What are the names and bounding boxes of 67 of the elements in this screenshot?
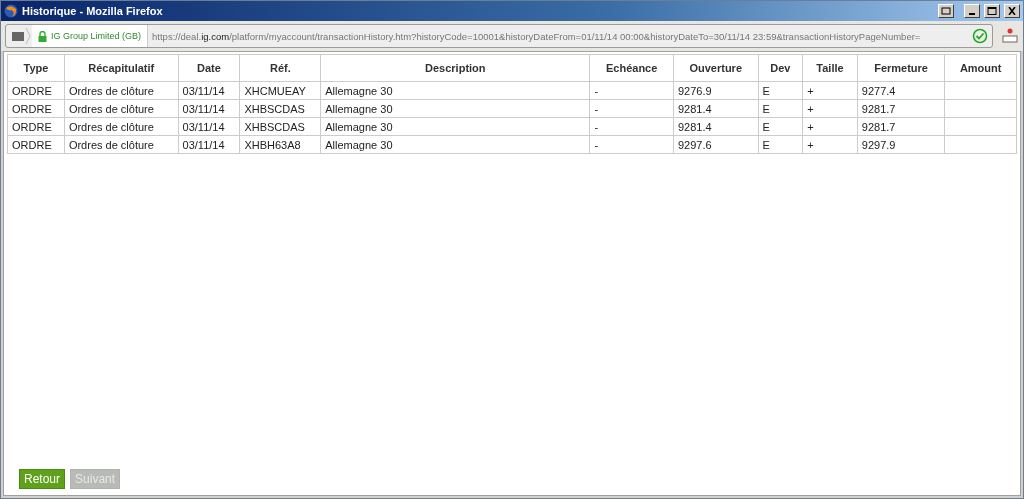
table-cell: ORDRE	[7, 135, 65, 154]
table-cell: E	[758, 117, 803, 136]
table-cell: -	[589, 117, 674, 136]
minimize-button[interactable]	[964, 4, 980, 18]
table-cell: +	[802, 81, 858, 100]
table-cell: E	[758, 99, 803, 118]
window-title: Historique - Mozilla Firefox	[22, 5, 164, 17]
table-cell: Ordres de clôture	[64, 135, 179, 154]
table-cell: +	[802, 99, 858, 118]
table-cell: -	[589, 135, 674, 154]
table-cell: Ordres de clôture	[64, 99, 179, 118]
table-cell: Ordres de clôture	[64, 81, 179, 100]
table-cell: XHBH63A8	[239, 135, 321, 154]
table-cell: ORDRE	[7, 81, 65, 100]
column-header: Dev	[758, 54, 803, 82]
table-cell: +	[802, 135, 858, 154]
table-cell: 9277.4	[857, 81, 945, 100]
table-cell: 9276.9	[673, 81, 758, 100]
column-header: Réf.	[239, 54, 321, 82]
maximize-button[interactable]	[984, 4, 1000, 18]
lock-icon	[38, 30, 47, 42]
table-cell: 03/11/14	[178, 81, 240, 100]
table-cell: Allemagne 30	[320, 99, 590, 118]
table-cell: ORDRE	[7, 99, 65, 118]
table-cell: -	[589, 81, 674, 100]
table-cell: 9281.7	[857, 99, 945, 118]
table-cell: XHBSCDAS	[239, 117, 321, 136]
table-cell: Allemagne 30	[320, 135, 590, 154]
column-header: Récapitulatif	[64, 54, 179, 82]
table-cell: 9281.4	[673, 117, 758, 136]
addon-icon[interactable]	[1001, 27, 1019, 45]
column-header: Echéance	[589, 54, 674, 82]
table-cell: ORDRE	[7, 117, 65, 136]
column-header: Type	[7, 54, 65, 82]
column-header: Date	[178, 54, 240, 82]
table-cell: E	[758, 81, 803, 100]
table-cell: Ordres de clôture	[64, 117, 179, 136]
table-cell: 03/11/14	[178, 117, 240, 136]
table-cell: XHCMUEAY	[239, 81, 321, 100]
url-text: https://deal.ig.com/platform/myaccount/transactionHistory.htm?historyCode=10001&historyDateFrom=01/11/14 00:00&historyDateTo=30/11/14 23:59&transactionHistoryPageNumber=	[151, 30, 922, 42]
page-button[interactable]: Retour	[19, 469, 66, 489]
column-header: Taille	[802, 54, 858, 82]
table-cell: 9297.6	[673, 135, 758, 154]
table-cell: Allemagne 30	[320, 81, 590, 100]
table-cell: +	[802, 117, 858, 136]
restore-icon	[941, 7, 951, 15]
maximize-icon	[987, 7, 997, 15]
table-cell: -	[589, 99, 674, 118]
table-cell: Allemagne 30	[320, 117, 590, 136]
column-header: Description	[320, 54, 590, 82]
check-icon	[972, 28, 988, 44]
table-cell: 9281.7	[857, 117, 945, 136]
table-cell: 9297.9	[857, 135, 945, 154]
table-cell: 9281.4	[673, 99, 758, 118]
table-cell: E	[758, 135, 803, 154]
restore-button[interactable]	[938, 4, 954, 18]
table-cell: 03/11/14	[178, 135, 240, 154]
close-button[interactable]	[1004, 4, 1020, 18]
table-cell: XHBSCDAS	[239, 99, 321, 118]
close-icon	[1007, 7, 1017, 15]
site-identity[interactable]: IG Group Limited (GB)	[32, 25, 149, 47]
browser-logo-icon	[4, 4, 18, 18]
address-bar[interactable]: IG Group Limited (GB) https://deal.ig.com/platform/myaccount/transactionHistory.htm?historyCode=10001&historyDateFrom=01/11/14 00:00&historyDateTo=30/11/14 23:59&transactionHistoryPageNumber=	[5, 24, 993, 48]
column-header: Amount	[944, 54, 1017, 82]
table-cell: 03/11/14	[178, 99, 240, 118]
column-header: Ouverture	[673, 54, 758, 82]
column-header: Fermeture	[857, 54, 945, 82]
